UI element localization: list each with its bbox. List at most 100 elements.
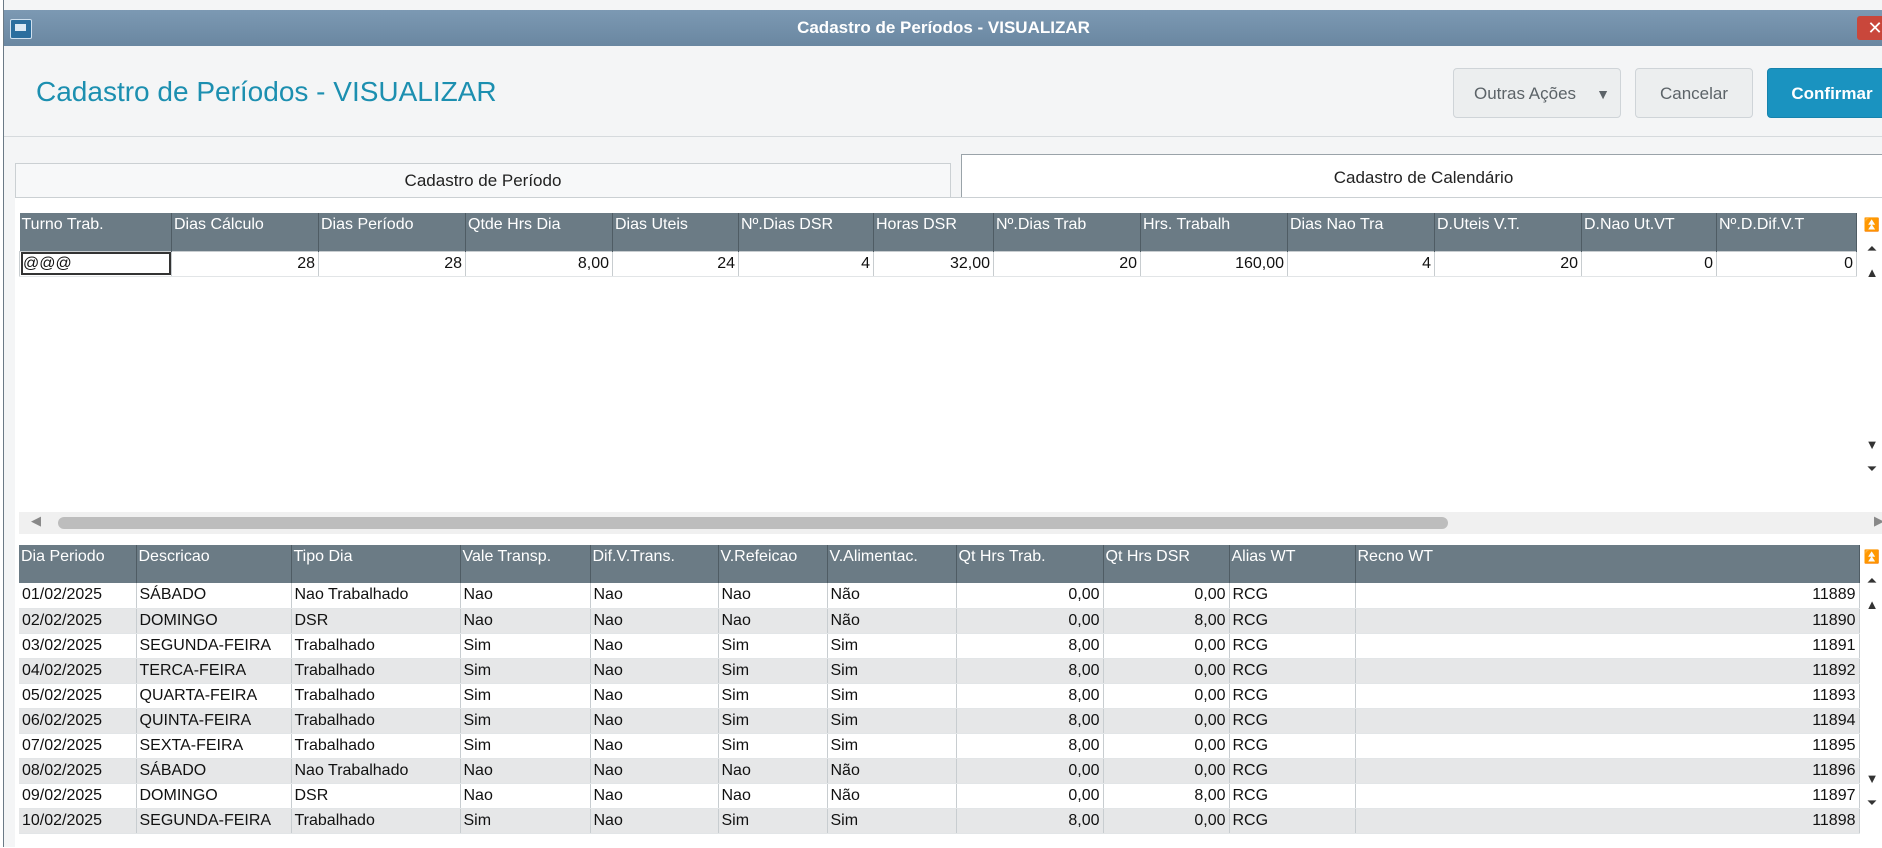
table-cell[interactable]: Não xyxy=(827,583,957,609)
column-header[interactable]: Dias Período xyxy=(318,213,466,251)
table-cell[interactable]: Nao xyxy=(590,583,719,609)
table-cell[interactable]: SEGUNDA-FEIRA xyxy=(136,808,292,834)
table-cell[interactable]: Sim xyxy=(460,733,591,759)
column-header[interactable]: Hrs. Trabalh xyxy=(1140,213,1288,251)
table-cell[interactable]: 0,00 xyxy=(956,783,1104,809)
table-cell[interactable]: 0,00 xyxy=(1103,733,1230,759)
table-cell[interactable]: Nao xyxy=(590,658,719,684)
column-header[interactable]: V.Alimentac. xyxy=(827,545,957,583)
scroll-page-up-icon[interactable]: ⏶ xyxy=(1861,237,1882,261)
table-cell[interactable]: 4 xyxy=(738,250,874,277)
scroll-down-icon[interactable]: ▼ xyxy=(1861,767,1882,791)
table-cell[interactable]: Trabalhado xyxy=(291,633,461,659)
table-cell[interactable]: 8,00 xyxy=(1103,608,1230,634)
table-cell[interactable]: 0,00 xyxy=(956,608,1104,634)
table-cell[interactable]: 20 xyxy=(993,250,1141,277)
table-cell[interactable]: 11893 xyxy=(1355,683,1860,709)
column-header[interactable]: Dif.V.Trans. xyxy=(590,545,719,583)
table-cell[interactable]: 24 xyxy=(612,250,739,277)
column-header[interactable]: Nº.D.Dif.V.T xyxy=(1716,213,1857,251)
table-row[interactable]: 05/02/2025 QUARTA-FEIRA Trabalhado Sim Nao Si… xyxy=(19,683,1860,709)
table-cell[interactable]: 08/02/2025 xyxy=(19,758,137,784)
table-cell[interactable]: Nao xyxy=(590,708,719,734)
scroll-up-icon[interactable]: ▲ xyxy=(1861,593,1882,617)
table-cell[interactable]: DOMINGO xyxy=(136,783,292,809)
table-row[interactable]: 07/02/2025 SEXTA-FEIRA Trabalhado Sim Nao Sim… xyxy=(19,733,1860,759)
tab-cadastro-calendario[interactable]: Cadastro de Calendário xyxy=(961,154,1882,197)
table-cell[interactable]: Nao xyxy=(590,683,719,709)
table-cell[interactable]: 0,00 xyxy=(1103,808,1230,834)
table-cell[interactable]: Sim xyxy=(718,808,828,834)
table-row[interactable]: 08/02/2025 SÁBADO Nao Trabalhado Nao Nao Nao N… xyxy=(19,758,1860,784)
table-cell[interactable]: 0,00 xyxy=(1103,708,1230,734)
table-cell[interactable]: Nao xyxy=(590,733,719,759)
table-cell[interactable]: Sim xyxy=(827,708,957,734)
table-cell[interactable]: DSR xyxy=(291,608,461,634)
table-cell[interactable]: Sim xyxy=(718,733,828,759)
table-cell[interactable]: Nao xyxy=(718,783,828,809)
table-cell[interactable]: Nao xyxy=(718,758,828,784)
table-cell[interactable]: Trabalhado xyxy=(291,708,461,734)
table-cell[interactable]: Nao Trabalhado xyxy=(291,583,461,609)
table-cell[interactable]: TERCA-FEIRA xyxy=(136,658,292,684)
table-cell[interactable]: RCG xyxy=(1229,608,1356,634)
table-cell[interactable]: SÁBADO xyxy=(136,583,292,609)
table-cell[interactable]: Não xyxy=(827,608,957,634)
scroll-page-down-icon[interactable]: ⏷ xyxy=(1861,791,1882,815)
table-cell[interactable]: 28 xyxy=(318,250,466,277)
table-cell[interactable]: 0,00 xyxy=(1103,583,1230,609)
table-cell[interactable]: Sim xyxy=(827,733,957,759)
table-cell[interactable]: 28 xyxy=(171,250,319,277)
table-row[interactable]: 09/02/2025 DOMINGO DSR Nao Nao Nao Não 0,00 8,00… xyxy=(19,783,1860,809)
table-cell[interactable]: SEXTA-FEIRA xyxy=(136,733,292,759)
table-cell[interactable]: RCG xyxy=(1229,683,1356,709)
column-header[interactable]: Dias Nao Tra xyxy=(1287,213,1435,251)
table-cell[interactable]: Sim xyxy=(460,683,591,709)
scroll-page-up-icon[interactable]: ⏶ xyxy=(1861,569,1882,593)
table-cell[interactable]: 09/02/2025 xyxy=(19,783,137,809)
table-row[interactable]: 06/02/2025 QUINTA-FEIRA Trabalhado Sim Nao Si… xyxy=(19,708,1860,734)
table-cell[interactable]: 160,00 xyxy=(1140,250,1288,277)
column-header[interactable]: Qtde Hrs Dia xyxy=(465,213,613,251)
table-cell[interactable]: Sim xyxy=(460,708,591,734)
scroll-left-icon[interactable]: ◀ xyxy=(31,513,41,529)
table-row[interactable]: 10/02/2025 SEGUNDA-FEIRA Trabalhado Sim Nao S… xyxy=(19,808,1860,834)
table-cell[interactable]: Nao xyxy=(590,808,719,834)
table-cell[interactable]: 0 xyxy=(1581,250,1717,277)
table-cell[interactable]: 8,00 xyxy=(956,683,1104,709)
column-header[interactable]: Horas DSR xyxy=(873,213,994,251)
table-cell[interactable]: 0,00 xyxy=(956,758,1104,784)
table-cell[interactable]: 05/02/2025 xyxy=(19,683,137,709)
table-cell[interactable]: 0,00 xyxy=(956,583,1104,609)
table-cell[interactable]: RCG xyxy=(1229,583,1356,609)
column-header[interactable]: Turno Trab. xyxy=(19,213,172,251)
table-cell[interactable]: Trabalhado xyxy=(291,683,461,709)
scroll-down-icon[interactable]: ▼ xyxy=(1861,433,1882,457)
column-header[interactable]: Recno WT xyxy=(1355,545,1860,583)
cancel-button[interactable]: Cancelar xyxy=(1635,68,1753,118)
table-cell[interactable]: QUARTA-FEIRA xyxy=(136,683,292,709)
column-header[interactable]: Alias WT xyxy=(1229,545,1356,583)
table-cell[interactable]: 04/02/2025 xyxy=(19,658,137,684)
table-cell[interactable]: 02/02/2025 xyxy=(19,608,137,634)
table-cell[interactable]: Sim xyxy=(827,658,957,684)
scroll-right-icon[interactable]: ▶ xyxy=(1874,513,1882,529)
table-row[interactable]: @@@ 28 28 8,00 24 4 32,00 20 160,00 4 20 0 0 xyxy=(19,250,1857,277)
table-cell[interactable]: DSR xyxy=(291,783,461,809)
table-cell[interactable]: Não xyxy=(827,758,957,784)
table-cell[interactable]: Nao xyxy=(590,633,719,659)
bottom-grid-vscroll[interactable]: ⏫ ⏶ ▲ ▼ ⏷ xyxy=(1861,545,1882,847)
table-cell[interactable]: Trabalhado xyxy=(291,658,461,684)
column-header[interactable]: Dias Uteis xyxy=(612,213,739,251)
table-cell[interactable]: SEGUNDA-FEIRA xyxy=(136,633,292,659)
table-cell[interactable]: 11895 xyxy=(1355,733,1860,759)
table-cell[interactable]: 01/02/2025 xyxy=(19,583,137,609)
column-header[interactable]: Dias Cálculo xyxy=(171,213,319,251)
column-header[interactable]: Nº.Dias Trab xyxy=(993,213,1141,251)
table-cell[interactable]: Nao xyxy=(718,583,828,609)
table-cell[interactable]: 8,00 xyxy=(956,708,1104,734)
tab-cadastro-periodo[interactable]: Cadastro de Período xyxy=(15,163,951,197)
table-cell[interactable]: Nao xyxy=(460,608,591,634)
table-cell[interactable]: 4 xyxy=(1287,250,1435,277)
table-cell[interactable]: 0,00 xyxy=(1103,658,1230,684)
